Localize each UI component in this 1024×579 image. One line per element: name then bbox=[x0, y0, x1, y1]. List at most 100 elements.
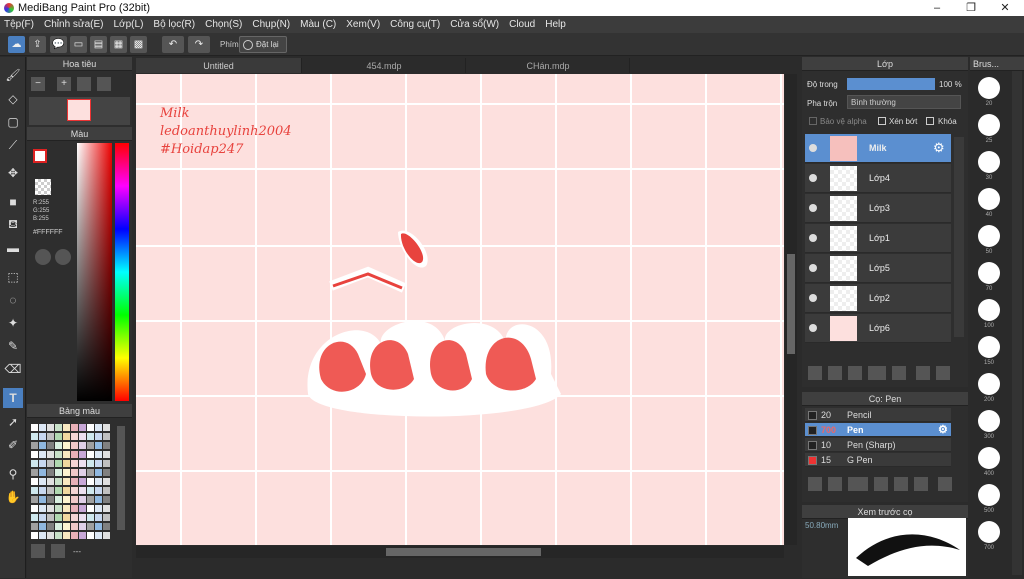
palette-swatch[interactable] bbox=[47, 469, 54, 476]
magic-wand-icon[interactable]: ✦ bbox=[3, 313, 23, 333]
palette-swatch[interactable] bbox=[63, 451, 70, 458]
palette-swatch[interactable] bbox=[55, 523, 62, 530]
select-pen-icon[interactable]: ✎ bbox=[3, 336, 23, 356]
palette-swatch[interactable] bbox=[47, 532, 54, 539]
palette-swatch[interactable] bbox=[47, 478, 54, 485]
palette-swatch[interactable] bbox=[79, 451, 86, 458]
palette-swatch[interactable] bbox=[95, 532, 102, 539]
color-wheel-icon[interactable] bbox=[35, 249, 51, 265]
palette-swatch[interactable] bbox=[63, 460, 70, 467]
gear-icon[interactable]: ⚙ bbox=[933, 140, 945, 156]
rectangle-tool-icon[interactable]: ▢ bbox=[3, 112, 23, 132]
actual-size-icon[interactable] bbox=[97, 77, 111, 91]
palette-swatch[interactable] bbox=[95, 478, 102, 485]
palette-swatch[interactable] bbox=[63, 487, 70, 494]
palette-swatch[interactable] bbox=[55, 433, 62, 440]
palette-swatch[interactable] bbox=[71, 496, 78, 503]
menu-color[interactable]: Màu (C) bbox=[300, 19, 336, 30]
layer-row[interactable]: Lớp3 bbox=[805, 194, 951, 223]
palette-swatch[interactable] bbox=[55, 496, 62, 503]
palette-swatch[interactable] bbox=[71, 451, 78, 458]
palette-swatch[interactable] bbox=[47, 460, 54, 467]
brush-size-circle[interactable] bbox=[978, 188, 1000, 210]
palette-swatch[interactable] bbox=[39, 469, 46, 476]
palette-swatch[interactable] bbox=[87, 442, 94, 449]
palette-swatch[interactable] bbox=[79, 514, 86, 521]
palette-swatch[interactable] bbox=[31, 505, 38, 512]
palette-swatch[interactable] bbox=[63, 433, 70, 440]
palette-swatch[interactable] bbox=[39, 487, 46, 494]
eye-icon[interactable] bbox=[809, 264, 817, 272]
new-palette-icon[interactable] bbox=[31, 544, 45, 558]
palette-swatch[interactable] bbox=[39, 442, 46, 449]
grid-doc-icon[interactable]: ▦ bbox=[110, 36, 127, 53]
palette-swatch[interactable] bbox=[95, 505, 102, 512]
palette-swatch[interactable] bbox=[39, 523, 46, 530]
palette-swatch[interactable] bbox=[31, 442, 38, 449]
palette-swatch[interactable] bbox=[63, 424, 70, 431]
brush-row[interactable]: 20 Pencil bbox=[805, 408, 951, 422]
palette-swatch[interactable] bbox=[31, 460, 38, 467]
palette-swatch[interactable] bbox=[87, 451, 94, 458]
brush-size-circle[interactable] bbox=[978, 410, 1000, 432]
palette-swatch[interactable] bbox=[31, 496, 38, 503]
palette-swatch[interactable] bbox=[103, 496, 110, 503]
palette-swatch[interactable] bbox=[71, 505, 78, 512]
palette-swatch[interactable] bbox=[47, 442, 54, 449]
palette-swatch[interactable] bbox=[39, 451, 46, 458]
saturation-picker[interactable] bbox=[77, 143, 112, 401]
palette-swatch[interactable] bbox=[55, 487, 62, 494]
palette-swatch[interactable] bbox=[31, 478, 38, 485]
share-icon[interactable]: ⇪ bbox=[29, 36, 46, 53]
menu-filter[interactable]: Bộ lọc(R) bbox=[153, 19, 195, 30]
eye-icon[interactable] bbox=[809, 234, 817, 242]
grid-icon[interactable]: ▩ bbox=[130, 36, 147, 53]
palette-swatch[interactable] bbox=[63, 442, 70, 449]
palette-swatch[interactable] bbox=[31, 487, 38, 494]
cloud-icon[interactable]: ☁ bbox=[8, 36, 25, 53]
text-tool-icon[interactable]: T bbox=[3, 388, 23, 408]
menu-select[interactable]: Chọn(S) bbox=[205, 19, 242, 30]
duplicate-layer-icon[interactable] bbox=[916, 366, 930, 380]
brush-row[interactable]: 15 G Pen bbox=[805, 453, 951, 467]
drawing-canvas[interactable]: Milk ledoanthuylinh2004 #Hoidap247 bbox=[136, 74, 784, 545]
palette-swatch[interactable] bbox=[87, 433, 94, 440]
palette-swatch[interactable] bbox=[71, 460, 78, 467]
palette-swatch[interactable] bbox=[95, 487, 102, 494]
palette-swatch[interactable] bbox=[103, 532, 110, 539]
layer-row[interactable]: Lớp4 bbox=[805, 164, 951, 193]
brush-size-circle[interactable] bbox=[978, 114, 1000, 136]
folder-icon[interactable] bbox=[892, 366, 906, 380]
palette-swatch[interactable] bbox=[55, 505, 62, 512]
palette-swatch[interactable] bbox=[31, 523, 38, 530]
layer-row[interactable]: Milk ⚙ bbox=[805, 134, 951, 163]
palette-swatch[interactable] bbox=[103, 514, 110, 521]
menu-tools[interactable]: Công cụ(T) bbox=[390, 19, 440, 30]
transparent-swatch[interactable] bbox=[35, 179, 51, 195]
palette-swatch[interactable] bbox=[47, 451, 54, 458]
palette-swatch[interactable] bbox=[71, 532, 78, 539]
edit-brush-icon[interactable] bbox=[874, 477, 888, 491]
palette-swatch[interactable] bbox=[79, 478, 86, 485]
palette-swatch[interactable] bbox=[55, 469, 62, 476]
divide-tool-icon[interactable]: ✐ bbox=[3, 435, 23, 455]
brush-size-circle[interactable] bbox=[978, 299, 1000, 321]
menu-file[interactable]: Tệp(F) bbox=[4, 19, 34, 30]
palette-swatch[interactable] bbox=[55, 451, 62, 458]
palette-swatch[interactable] bbox=[55, 514, 62, 521]
brush-tool-icon[interactable]: 🖌 bbox=[3, 65, 23, 85]
palette-swatch[interactable] bbox=[95, 514, 102, 521]
menu-capture[interactable]: Chụp(N) bbox=[252, 19, 290, 30]
eye-icon[interactable] bbox=[809, 324, 817, 332]
palette-swatch[interactable] bbox=[63, 496, 70, 503]
palette-swatch[interactable] bbox=[95, 451, 102, 458]
palette-swatch[interactable] bbox=[39, 505, 46, 512]
palette-swatch[interactable] bbox=[87, 487, 94, 494]
brush-size-circle[interactable] bbox=[978, 484, 1000, 506]
maximize-button[interactable]: ❐ bbox=[954, 0, 988, 16]
palette-swatch[interactable] bbox=[95, 460, 102, 467]
eyedropper-icon[interactable]: ⚲ bbox=[3, 464, 23, 484]
brush-size-circle[interactable] bbox=[978, 262, 1000, 284]
palette-swatch[interactable] bbox=[71, 442, 78, 449]
palette-swatch[interactable] bbox=[95, 442, 102, 449]
